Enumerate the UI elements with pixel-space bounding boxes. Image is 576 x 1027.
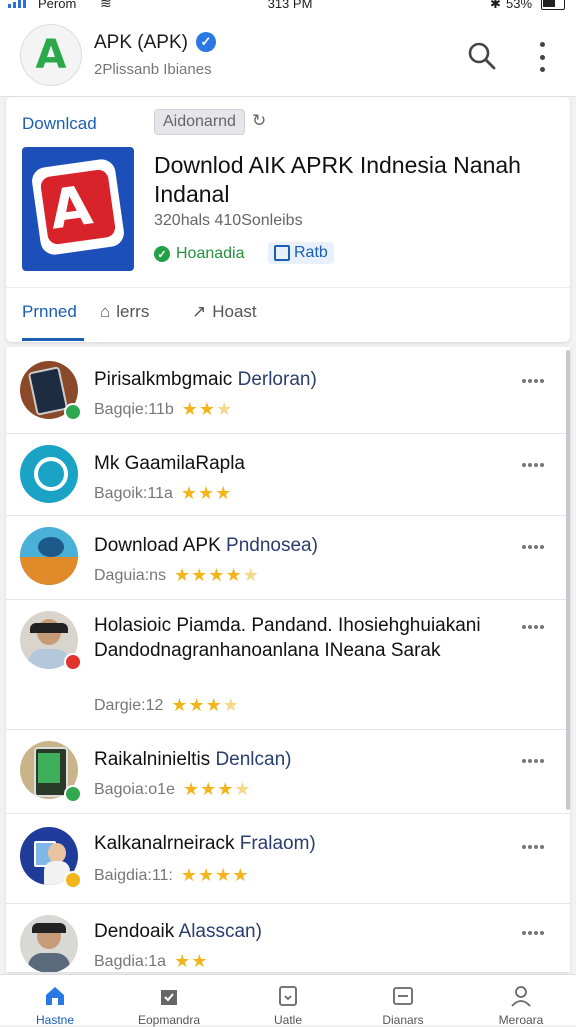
item-title: Kalkanalrneirack Fralaom) — [94, 833, 316, 854]
check-icon: ✓ — [154, 246, 170, 262]
profile-icon — [511, 986, 531, 1007]
divider — [6, 287, 570, 288]
app-thumbnail — [20, 445, 78, 503]
header-title: APK (APK) — [94, 32, 188, 53]
rating-stars: ★★ — [174, 951, 209, 971]
item-sub: Bagoik:11a ★★★ — [94, 483, 233, 503]
clock: 313 PM — [267, 0, 313, 11]
scrollbar[interactable] — [566, 350, 570, 810]
rating-stars: ★★★★★ — [174, 565, 260, 585]
status-badge — [64, 785, 82, 803]
rating-stars: ★★★★ — [182, 779, 252, 799]
tab-lerrs[interactable]: ⌂ lerrs — [100, 302, 149, 322]
more-options-icon[interactable] — [528, 42, 556, 72]
rating-stars: ★★★ — [180, 483, 233, 503]
header-subtitle: 2Plissanb Ibianes — [94, 61, 212, 78]
updates-icon — [279, 986, 297, 1006]
item-title: Dendoaik Alasscan) — [94, 921, 262, 942]
nav-label: Eopmandra — [137, 1013, 201, 1027]
rate-button[interactable]: Ratb — [268, 242, 334, 264]
item-sub: Bagoia:o1e ★★★★ — [94, 779, 252, 799]
rate-icon — [274, 245, 290, 261]
signal-icon — [8, 0, 26, 8]
nav-label: Meroara — [498, 1013, 544, 1027]
nav-home[interactable]: Hastne — [0, 975, 110, 1027]
item-sub: Dargie:12 ★★★★ — [94, 695, 240, 715]
status-badge — [64, 653, 82, 671]
logo-glyph: A — [35, 32, 67, 78]
status-badge — [64, 403, 82, 421]
status-badge — [64, 871, 82, 889]
item-sub: Bagdia:1a ★★ — [94, 951, 209, 971]
search-icon[interactable] — [466, 40, 498, 72]
nav-label: Hastne — [35, 1013, 75, 1027]
wifi-icon: ≋ — [100, 0, 112, 11]
rating-stars: ★★★★ — [171, 695, 240, 715]
battery-icon — [541, 0, 565, 10]
nav-label: Dianars — [382, 1013, 424, 1027]
library-icon — [393, 987, 413, 1005]
rating-stars: ★★★★ — [180, 865, 250, 885]
shop-icon — [161, 990, 177, 1005]
list-item[interactable]: Kalkanalrneirack Fralaom) Baigdia:11: ★★★… — [6, 813, 570, 904]
tab-prnned[interactable]: Prnned — [22, 302, 77, 322]
item-sub: Daguia:ns ★★★★★ — [94, 565, 260, 585]
bluetooth-icon: ✱ — [490, 0, 501, 11]
status-bar: Perom ≋ 313 PM ✱ 53% — [0, 0, 576, 14]
nav-profile[interactable]: Meroara — [466, 975, 576, 1027]
item-sub: Bagqie:11b ★★★ — [94, 399, 234, 419]
tab-label: lerrs — [116, 302, 150, 321]
nav-shop[interactable]: Eopmandra — [114, 975, 224, 1027]
user-avatar — [20, 915, 78, 972]
more-icon[interactable] — [522, 625, 552, 629]
more-icon[interactable] — [522, 379, 552, 383]
list-item[interactable]: Download APK Pndnosea) Daguia:ns ★★★★★ — [6, 515, 570, 600]
verified-status: ✓ Hoanadia — [154, 245, 245, 263]
verified-icon: ✓ — [196, 32, 216, 52]
rating-stars: ★★★ — [181, 399, 234, 419]
list-item[interactable]: Raikalninieltis Denlcan) Bagoia:o1e ★★★★ — [6, 729, 570, 814]
featured-app-name[interactable]: Downlod AIK APRK Indnesia Nanah Indanal — [154, 151, 554, 209]
item-title: Raikalninieltis Denlcan) — [94, 749, 292, 770]
item-title: Mk GaamilaRapla — [94, 453, 245, 474]
tab-hoast[interactable]: ↗ Hoast — [192, 302, 257, 322]
nav-library[interactable]: Dianars — [348, 975, 458, 1027]
more-icon[interactable] — [522, 759, 552, 763]
nav-label: Uatle — [273, 1013, 302, 1027]
category-chip[interactable]: Aidonarnd — [154, 109, 245, 135]
item-sub: Baigdia:11: ★★★★ — [94, 865, 250, 885]
item-title: Pirisalkmbgmaic Derloran) — [94, 369, 317, 390]
bottom-nav: Hastne Eopmandra Uatle Dianars Meroara — [0, 974, 576, 1027]
more-icon[interactable] — [522, 931, 552, 935]
home-icon — [46, 987, 64, 1005]
featured-app-meta: 320hals 410Sonleibs — [154, 212, 303, 229]
list-item[interactable]: Dendoaik Alasscan) Bagdia:1a ★★ — [6, 903, 570, 972]
featured-app-icon[interactable]: A — [22, 147, 134, 271]
tab-label: Hoast — [212, 302, 257, 321]
more-icon[interactable] — [522, 545, 552, 549]
list-item[interactable]: Holasioic Piamda. Pandand. Ihosiehghuiak… — [6, 599, 570, 730]
share-icon: ↗ — [192, 302, 207, 321]
rate-label: Ratb — [294, 244, 328, 261]
item-title: Download APK Pndnosea) — [94, 535, 318, 556]
app-thumbnail — [20, 527, 78, 585]
nav-updates[interactable]: Uatle — [233, 975, 343, 1027]
app-logo[interactable]: A — [20, 24, 82, 86]
list-item[interactable]: Mk GaamilaRapla Bagoik:11a ★★★ — [6, 433, 570, 516]
tag-icon: ⌂ — [100, 302, 111, 321]
list-item[interactable]: Pirisalkmbgmaic Derloran) Bagqie:11b ★★★ — [6, 347, 570, 434]
refresh-icon[interactable]: ↻ — [252, 111, 266, 131]
more-icon[interactable] — [522, 845, 552, 849]
item-title: Holasioic Piamda. Pandand. Ihosiehghuiak… — [94, 615, 481, 661]
carrier-label: Perom — [38, 0, 77, 11]
active-tab-indicator — [22, 338, 84, 341]
app-header: A APK (APK) ✓ 2Plissanb Ibianes — [0, 14, 576, 97]
featured-app-card: Downlcad Aidonarnd ↻ A Downlod AIK APRK … — [6, 97, 570, 342]
battery-percent: 53% — [506, 0, 533, 11]
section-label: Downlcad — [22, 114, 97, 133]
status-label: Hoanadia — [176, 245, 245, 262]
tab-label: Prnned — [22, 302, 77, 321]
more-icon[interactable] — [522, 463, 552, 467]
app-list: Pirisalkmbgmaic Derloran) Bagqie:11b ★★★ … — [6, 347, 570, 972]
